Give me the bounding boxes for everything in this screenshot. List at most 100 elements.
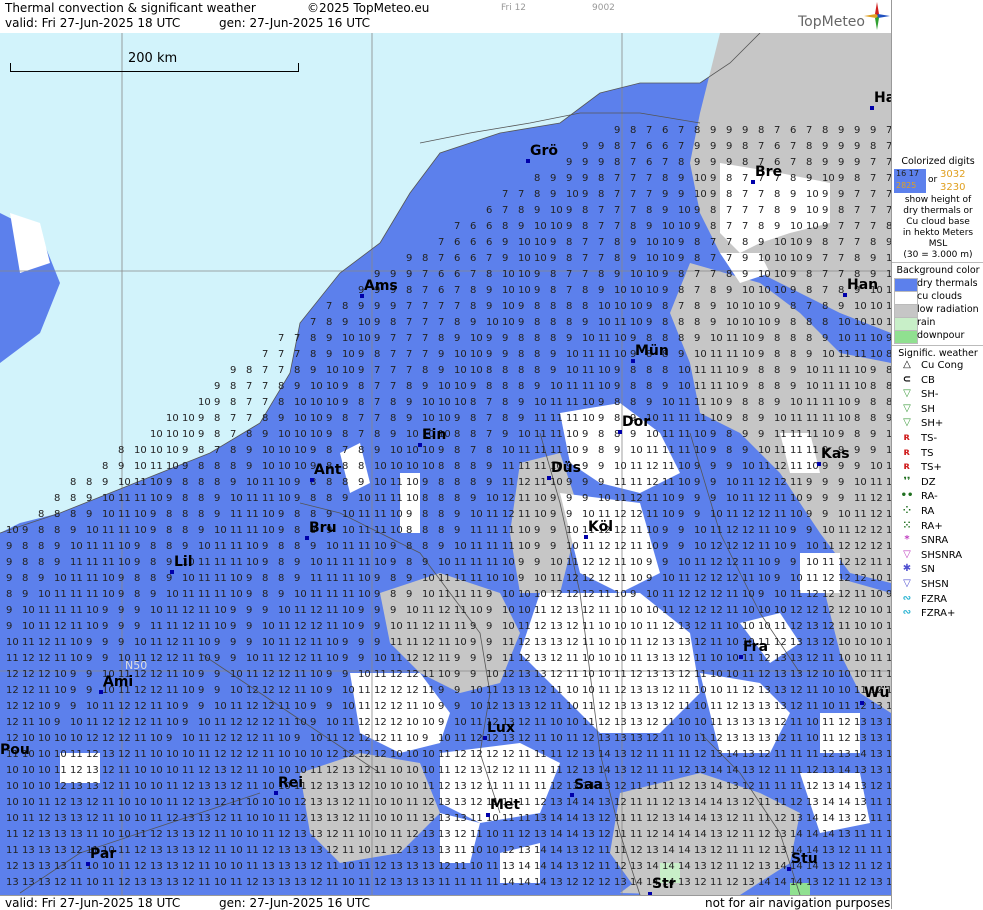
svg-text:9: 9 — [422, 381, 428, 392]
svg-text:9: 9 — [358, 605, 364, 616]
weather-map[interactable]: 9876789998767899979987667999876789998799… — [0, 33, 891, 895]
svg-text:12: 12 — [662, 685, 675, 696]
svg-text:14: 14 — [822, 829, 835, 840]
svg-text:11: 11 — [6, 845, 19, 856]
svg-text:8: 8 — [342, 301, 348, 312]
svg-text:13: 13 — [854, 765, 867, 776]
svg-text:11: 11 — [774, 765, 787, 776]
svg-text:8: 8 — [374, 429, 380, 440]
svg-text:9: 9 — [726, 285, 732, 296]
svg-text:8: 8 — [278, 381, 284, 392]
svg-text:7: 7 — [854, 205, 860, 216]
svg-text:10: 10 — [470, 509, 483, 520]
svg-text:7: 7 — [422, 333, 428, 344]
svg-text:11: 11 — [486, 509, 499, 520]
svg-text:8: 8 — [630, 381, 636, 392]
svg-text:12: 12 — [390, 685, 403, 696]
svg-text:8: 8 — [6, 589, 12, 600]
svg-text:9: 9 — [342, 381, 348, 392]
svg-text:10: 10 — [774, 237, 787, 248]
svg-text:9: 9 — [358, 477, 364, 488]
svg-text:12: 12 — [246, 701, 259, 712]
svg-text:10: 10 — [662, 509, 675, 520]
svg-text:10: 10 — [182, 749, 195, 760]
svg-text:9: 9 — [534, 541, 540, 552]
svg-text:11: 11 — [646, 749, 659, 760]
svg-text:11: 11 — [518, 749, 531, 760]
svg-text:8: 8 — [230, 461, 236, 472]
svg-text:8: 8 — [758, 365, 764, 376]
svg-text:10: 10 — [598, 301, 611, 312]
svg-text:8: 8 — [774, 349, 780, 360]
svg-text:10: 10 — [422, 765, 435, 776]
svg-text:12: 12 — [566, 637, 579, 648]
svg-text:10: 10 — [102, 829, 115, 840]
svg-text:14: 14 — [566, 813, 579, 824]
svg-text:10: 10 — [262, 781, 275, 792]
svg-text:11: 11 — [678, 413, 691, 424]
svg-text:10: 10 — [694, 429, 707, 440]
svg-text:9: 9 — [566, 477, 572, 488]
svg-text:10: 10 — [262, 525, 275, 536]
svg-text:10: 10 — [742, 349, 755, 360]
svg-text:9: 9 — [438, 701, 444, 712]
svg-text:11: 11 — [870, 813, 883, 824]
svg-text:9: 9 — [550, 237, 556, 248]
svg-text:8: 8 — [342, 461, 348, 472]
svg-text:9: 9 — [198, 429, 204, 440]
svg-text:10: 10 — [678, 717, 691, 728]
weather-symbol-icon: ▽ — [903, 548, 911, 560]
svg-text:11: 11 — [374, 509, 387, 520]
svg-text:11: 11 — [342, 845, 355, 856]
svg-text:8: 8 — [566, 253, 572, 264]
svg-text:10: 10 — [662, 397, 675, 408]
svg-text:10: 10 — [118, 541, 131, 552]
svg-text:10: 10 — [582, 397, 595, 408]
svg-text:7: 7 — [262, 381, 268, 392]
svg-text:11: 11 — [870, 829, 883, 840]
svg-text:10: 10 — [278, 429, 291, 440]
svg-text:7: 7 — [422, 269, 428, 280]
svg-text:10: 10 — [214, 861, 227, 872]
svg-text:11: 11 — [358, 557, 371, 568]
svg-text:9: 9 — [214, 637, 220, 648]
svg-text:11: 11 — [774, 493, 787, 504]
svg-text:7: 7 — [374, 365, 380, 376]
svg-text:8: 8 — [310, 493, 316, 504]
svg-text:12: 12 — [854, 525, 867, 536]
svg-text:13: 13 — [406, 877, 419, 888]
svg-text:10: 10 — [230, 669, 243, 680]
svg-text:10: 10 — [870, 333, 883, 344]
svg-text:13: 13 — [454, 781, 467, 792]
svg-text:12: 12 — [758, 765, 771, 776]
svg-text:11: 11 — [54, 589, 67, 600]
svg-text:12: 12 — [150, 653, 163, 664]
svg-text:11: 11 — [70, 573, 83, 584]
background-legend: Background color dry thermals cu clouds lo… — [892, 262, 983, 346]
svg-text:8: 8 — [406, 285, 412, 296]
svg-text:13: 13 — [134, 877, 147, 888]
svg-text:8: 8 — [518, 333, 524, 344]
weather-label: SH — [921, 403, 935, 415]
svg-text:8: 8 — [854, 413, 860, 424]
svg-text:10: 10 — [342, 861, 355, 872]
svg-text:10: 10 — [214, 525, 227, 536]
svg-text:12: 12 — [454, 765, 467, 776]
svg-text:11: 11 — [22, 813, 35, 824]
background-swatch — [894, 317, 918, 331]
svg-text:14: 14 — [758, 877, 771, 888]
svg-text:10: 10 — [390, 765, 403, 776]
svg-text:11: 11 — [470, 525, 483, 536]
city-label: Pou — [0, 742, 30, 758]
svg-text:10: 10 — [6, 813, 19, 824]
weather-label: FZRA+ — [921, 608, 956, 620]
svg-text:7: 7 — [486, 429, 492, 440]
svg-text:12: 12 — [838, 605, 851, 616]
svg-text:11: 11 — [326, 573, 339, 584]
svg-text:12: 12 — [22, 701, 35, 712]
svg-text:9: 9 — [582, 461, 588, 472]
svg-text:11: 11 — [54, 653, 67, 664]
svg-text:11: 11 — [870, 845, 883, 856]
svg-text:9: 9 — [854, 141, 860, 152]
svg-text:12: 12 — [422, 653, 435, 664]
